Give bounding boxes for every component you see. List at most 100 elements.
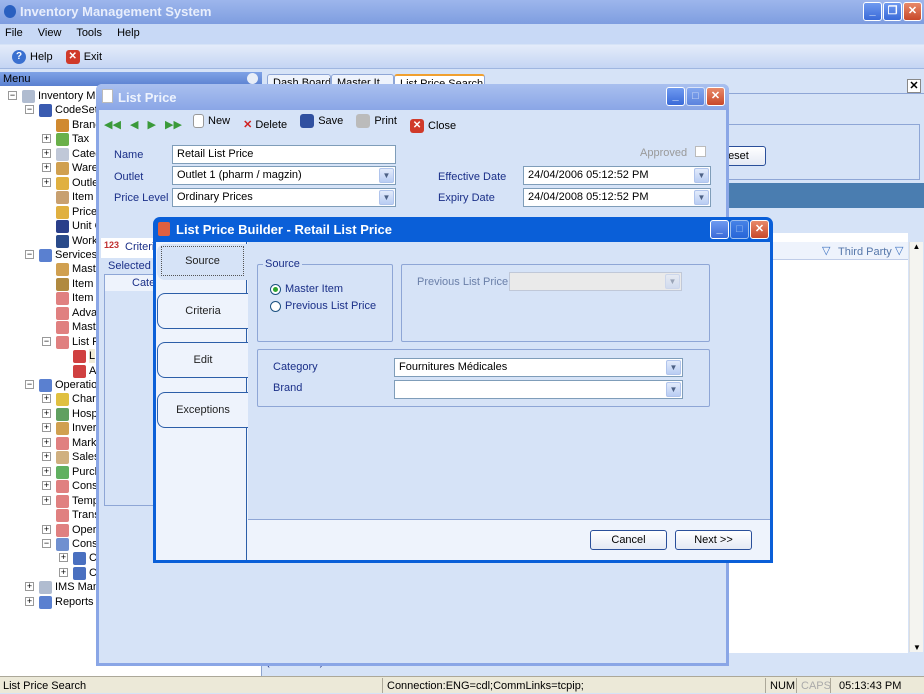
approved-checkbox[interactable] — [695, 146, 706, 157]
tree-item[interactable]: Reports — [55, 595, 94, 609]
collapse-icon[interactable]: − — [25, 249, 34, 259]
expand-icon[interactable]: + — [42, 437, 51, 447]
column-third-party[interactable]: Third Party — [838, 246, 892, 258]
filter-icon[interactable]: ▽ — [895, 244, 903, 257]
close-window-button[interactable]: ✕ Close — [410, 119, 456, 133]
tree-item[interactable]: Inventory Ma — [38, 89, 102, 103]
status-connection: Connection:ENG=cdl;CommLinks=tcpip; — [382, 678, 765, 693]
name-input[interactable]: Retail List Price — [172, 145, 396, 164]
first-record-button[interactable]: ◀◀ — [104, 118, 121, 131]
tree-item[interactable]: Cons — [72, 479, 98, 493]
minimize-button[interactable]: _ — [863, 2, 882, 21]
side-tab-source[interactable]: Source — [157, 244, 248, 280]
tree-item[interactable]: Mark — [72, 436, 96, 450]
lp-close-button[interactable]: ✕ — [706, 87, 725, 106]
collapse-icon[interactable]: − — [25, 380, 34, 389]
expand-icon[interactable]: + — [42, 452, 51, 462]
expand-icon[interactable]: + — [42, 423, 51, 433]
close-tab-button[interactable]: ✕ — [907, 79, 921, 93]
expand-icon[interactable]: + — [42, 163, 51, 173]
tree-item[interactable]: Tax — [72, 132, 89, 146]
source-group-label: Source — [263, 258, 302, 270]
tree-item[interactable]: Cons — [72, 537, 98, 551]
side-tab-criteria[interactable]: Criteria — [157, 293, 248, 329]
tree-item[interactable]: Price — [72, 205, 97, 219]
menu-file[interactable]: File — [5, 27, 23, 39]
tree-item[interactable]: Hosp — [72, 407, 98, 421]
chevron-down-icon[interactable]: ▼ — [666, 360, 681, 375]
expand-icon[interactable]: + — [42, 134, 51, 144]
outlet-select[interactable]: Outlet 1 (pharm / magzin) ▼ — [172, 166, 396, 185]
expand-icon[interactable]: + — [42, 177, 51, 187]
tree-item[interactable]: Oper — [72, 523, 96, 537]
expiry-date-picker[interactable]: 24/04/2008 05:12:52 PM ▼ — [523, 188, 711, 207]
pin-icon[interactable] — [247, 73, 258, 84]
expand-icon[interactable]: + — [59, 553, 68, 563]
side-tab-exceptions[interactable]: Exceptions — [157, 392, 248, 428]
tree-item[interactable]: Work — [72, 234, 97, 248]
builder-minimize-button[interactable]: _ — [710, 220, 729, 239]
collapse-icon[interactable]: − — [25, 105, 34, 115]
brand-select[interactable]: ▼ — [394, 380, 683, 399]
chevron-down-icon[interactable]: ▼ — [379, 190, 394, 205]
menu-view[interactable]: View — [38, 27, 62, 39]
menu-help[interactable]: Help — [117, 27, 140, 39]
new-button[interactable]: New — [193, 114, 230, 128]
tree-item[interactable]: Item — [72, 277, 93, 291]
tree-item[interactable]: Adva — [72, 306, 97, 320]
cancel-button[interactable]: Cancel — [590, 530, 667, 550]
tree-item[interactable]: L — [89, 349, 96, 364]
next-record-button[interactable]: ▶ — [148, 118, 156, 131]
collapse-icon[interactable]: − — [42, 538, 51, 548]
expand-icon[interactable]: + — [25, 596, 34, 606]
chevron-down-icon[interactable]: ▼ — [694, 168, 709, 183]
lp-minimize-button[interactable]: _ — [666, 87, 685, 106]
expand-icon[interactable]: + — [42, 495, 51, 505]
expand-icon[interactable]: + — [59, 567, 68, 577]
expand-icon[interactable]: + — [25, 582, 34, 592]
chevron-down-icon[interactable]: ▼ — [665, 274, 680, 289]
exit-button[interactable]: ✕ Exit — [65, 50, 102, 64]
expand-icon[interactable]: + — [42, 466, 51, 476]
chevron-down-icon[interactable]: ▼ — [694, 190, 709, 205]
chevron-down-icon[interactable]: ▼ — [379, 168, 394, 183]
filter-icon[interactable]: ▽ — [822, 244, 830, 257]
previous-record-button[interactable]: ◀ — [130, 118, 138, 131]
previous-list-price-select[interactable]: ▼ — [509, 272, 682, 291]
collapse-icon[interactable]: − — [8, 91, 17, 100]
tree-item[interactable]: Outle — [72, 176, 98, 190]
menu-tools[interactable]: Tools — [76, 27, 102, 39]
print-button[interactable]: Print — [356, 114, 397, 128]
next-button[interactable]: Next >> — [675, 530, 752, 550]
delete-button[interactable]: ✕ Delete — [243, 118, 287, 132]
expand-icon[interactable]: + — [42, 394, 51, 404]
vertical-scrollbar[interactable]: ▲ ▼ — [909, 242, 923, 652]
lp-maximize-button[interactable]: □ — [686, 87, 705, 106]
collapse-icon[interactable]: − — [42, 336, 51, 346]
tree-item[interactable]: Temp — [72, 494, 99, 508]
ims-icon — [39, 581, 52, 595]
radio-master-item[interactable] — [270, 284, 281, 295]
category-select[interactable]: Fournitures Médicales ▼ — [394, 358, 683, 377]
price-level-select[interactable]: Ordinary Prices ▼ — [172, 188, 396, 207]
restore-button[interactable]: ❐ — [883, 2, 902, 21]
chevron-down-icon[interactable]: ▼ — [666, 382, 681, 397]
radio-previous-list-price[interactable] — [270, 301, 281, 312]
effective-date-picker[interactable]: 24/04/2006 05:12:52 PM ▼ — [523, 166, 711, 185]
expand-icon[interactable]: + — [42, 481, 51, 491]
criteria-tab[interactable]: 123 Criteria — [101, 238, 161, 258]
last-record-button[interactable]: ▶▶ — [165, 118, 182, 131]
side-tab-edit[interactable]: Edit — [157, 342, 248, 378]
save-button[interactable]: Save — [300, 114, 343, 128]
builder-close-button[interactable]: ✕ — [750, 220, 769, 239]
builder-maximize-button[interactable]: □ — [730, 220, 749, 239]
tree-item[interactable]: Ware — [72, 161, 98, 175]
close-button[interactable]: ✕ — [903, 2, 922, 21]
expand-icon[interactable]: + — [42, 408, 51, 418]
expand-icon[interactable]: + — [42, 524, 51, 534]
help-button[interactable]: ? Help — [12, 50, 53, 64]
tree-item[interactable]: Inver — [72, 421, 96, 435]
tree-item[interactable]: Services — [55, 248, 97, 262]
tree-item[interactable]: List F — [72, 335, 99, 349]
expand-icon[interactable]: + — [42, 148, 51, 158]
